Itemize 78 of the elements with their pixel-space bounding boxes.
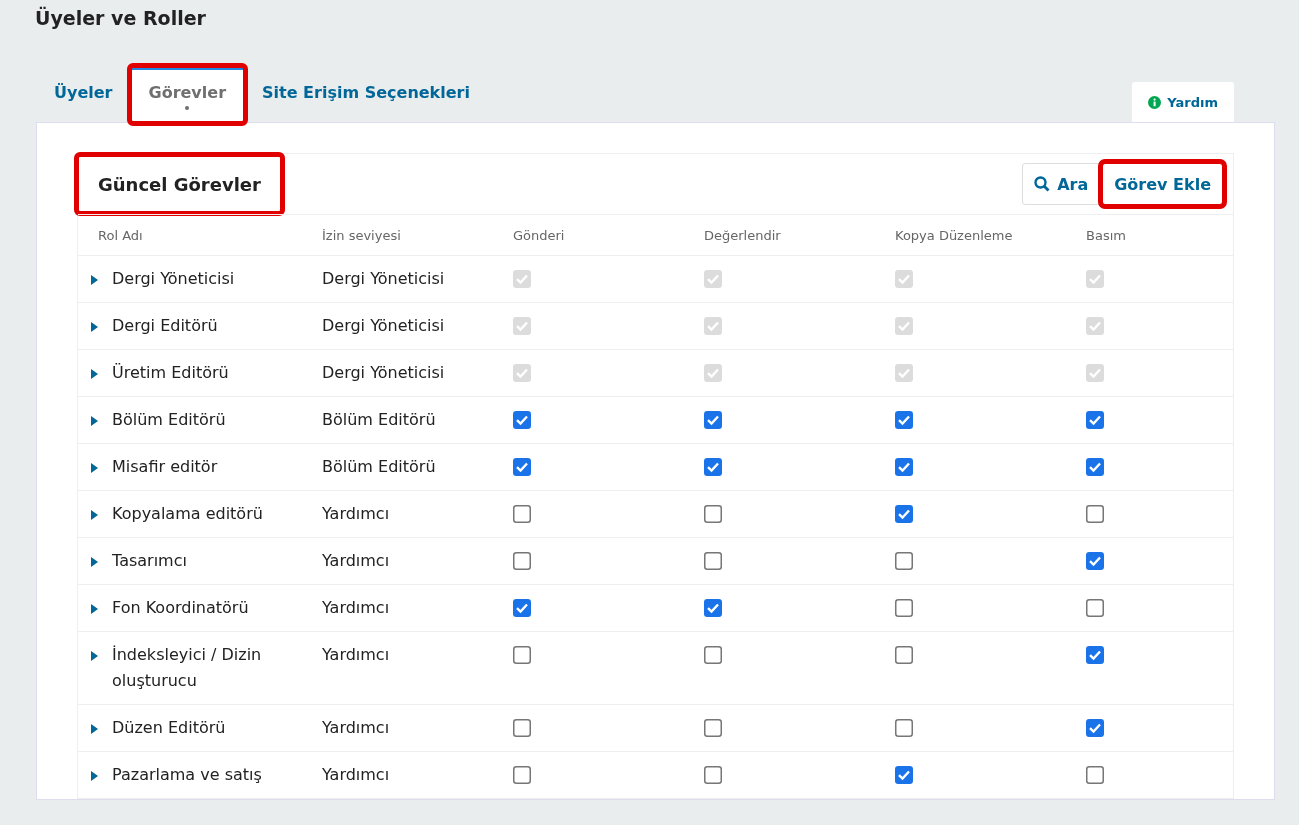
- checkbox[interactable]: [513, 646, 531, 664]
- permission-level: Yardımcı: [322, 644, 390, 666]
- expand-arrow-icon[interactable]: [91, 275, 98, 285]
- info-icon: [1148, 95, 1162, 109]
- column-header: Değerlendir: [704, 214, 895, 256]
- checkbox[interactable]: [704, 552, 722, 570]
- checkbox[interactable]: [513, 411, 531, 429]
- expand-arrow-icon[interactable]: [91, 416, 98, 426]
- column-header: İzin seviyesi: [322, 214, 513, 256]
- expand-arrow-icon[interactable]: [91, 651, 98, 661]
- checkbox[interactable]: [513, 599, 531, 617]
- search-button[interactable]: Ara: [1022, 163, 1101, 205]
- checkbox[interactable]: [513, 458, 531, 476]
- page-title: Üyeler ve Roller: [34, 5, 207, 31]
- checkbox[interactable]: [1086, 552, 1104, 570]
- checkbox[interactable]: [704, 766, 722, 784]
- checkbox[interactable]: [895, 719, 913, 737]
- role-name: Dergi Editörü: [112, 315, 219, 337]
- checkbox[interactable]: [1086, 719, 1104, 737]
- checkbox[interactable]: [1086, 458, 1104, 476]
- expand-arrow-icon[interactable]: [91, 557, 98, 567]
- role-name: İndeksleyici / Dizin oluşturucu: [112, 644, 263, 692]
- permission-level: Dergi Yöneticisi: [322, 362, 445, 384]
- permission-level: Bölüm Editörü: [322, 456, 436, 478]
- checkbox[interactable]: [1086, 646, 1104, 664]
- expand-arrow-icon[interactable]: [91, 322, 98, 332]
- expand-arrow-icon[interactable]: [91, 463, 98, 473]
- checkbox[interactable]: [704, 411, 722, 429]
- checkbox[interactable]: [704, 458, 722, 476]
- permission-level: Bölüm Editörü: [322, 409, 436, 431]
- checkbox[interactable]: [895, 766, 913, 784]
- expand-arrow-icon[interactable]: [91, 604, 98, 614]
- role-name: Dergi Yöneticisi: [112, 268, 236, 290]
- permission-level: Yardımcı: [322, 717, 390, 739]
- role-name: Pazarlama ve satış: [112, 764, 263, 786]
- role-name: Kopyalama editörü: [112, 503, 264, 525]
- checkbox[interactable]: [895, 599, 913, 617]
- checkbox[interactable]: [1086, 766, 1104, 784]
- role-name: Misafir editör: [112, 456, 219, 478]
- permission-level: Yardımcı: [322, 503, 390, 525]
- search-icon: [1034, 176, 1051, 192]
- permission-level: Dergi Yöneticisi: [322, 268, 445, 290]
- column-header: Kopya Düzenleme: [895, 214, 1086, 256]
- permission-level: Dergi Yöneticisi: [322, 315, 445, 337]
- checkbox[interactable]: [704, 599, 722, 617]
- checkbox[interactable]: [1086, 411, 1104, 429]
- checkbox[interactable]: [513, 766, 531, 784]
- checkbox[interactable]: [895, 411, 913, 429]
- help-tab[interactable]: Yardım: [1132, 82, 1234, 122]
- role-name: Tasarımcı: [112, 550, 188, 572]
- column-header: Rol Adı: [78, 214, 322, 256]
- column-header: Basım: [1086, 214, 1233, 256]
- checkbox[interactable]: [1086, 599, 1104, 617]
- column-header: Gönderi: [513, 214, 704, 256]
- expand-arrow-icon[interactable]: [91, 724, 98, 734]
- checkbox[interactable]: [704, 646, 722, 664]
- permission-level: Yardımcı: [322, 764, 390, 786]
- checkbox[interactable]: [895, 552, 913, 570]
- checkbox[interactable]: [895, 646, 913, 664]
- checkbox[interactable]: [895, 458, 913, 476]
- expand-arrow-icon[interactable]: [91, 369, 98, 379]
- permission-level: Yardımcı: [322, 550, 390, 572]
- role-name: Fon Koordinatörü: [112, 597, 250, 619]
- role-name: Üretim Editörü: [112, 362, 230, 384]
- role-name: Düzen Editörü: [112, 717, 227, 739]
- checkbox[interactable]: [704, 505, 722, 523]
- checkbox[interactable]: [1086, 505, 1104, 523]
- checkbox[interactable]: [513, 719, 531, 737]
- expand-arrow-icon[interactable]: [91, 510, 98, 520]
- tab[interactable]: Site Erişim Seçenekleri: [244, 67, 488, 122]
- expand-arrow-icon[interactable]: [91, 771, 98, 781]
- checkbox[interactable]: [895, 505, 913, 523]
- permission-level: Yardımcı: [322, 597, 390, 619]
- checkbox[interactable]: [513, 505, 531, 523]
- role-name: Bölüm Editörü: [112, 409, 227, 431]
- checkbox[interactable]: [704, 719, 722, 737]
- checkbox[interactable]: [513, 552, 531, 570]
- tab[interactable]: Üyeler: [36, 67, 131, 122]
